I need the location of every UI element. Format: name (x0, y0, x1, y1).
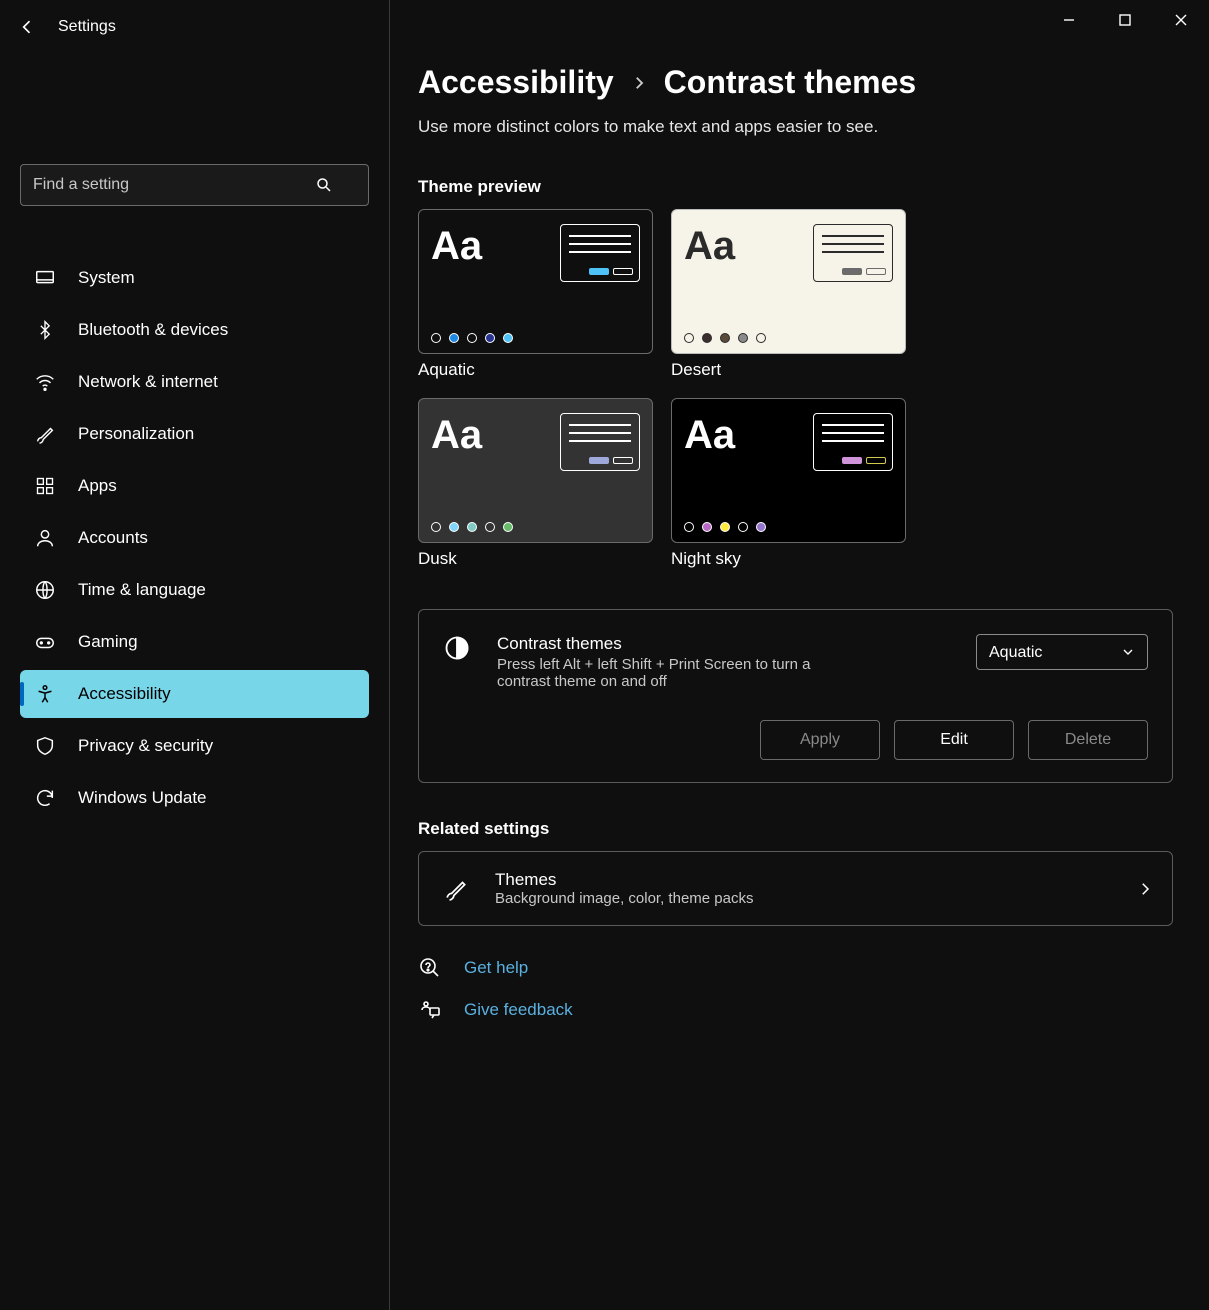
page-description: Use more distinct colors to make text an… (418, 117, 1173, 137)
sidebar-item-label: Apps (78, 476, 117, 496)
sample-text: Aa (684, 413, 735, 458)
theme-label: Night sky (671, 549, 906, 569)
feedback-icon (418, 998, 442, 1022)
sidebar: Settings System Bluetooth & devices Netw… (0, 0, 390, 1310)
gamepad-icon (34, 631, 56, 653)
give-feedback-link[interactable]: Give feedback (464, 1000, 573, 1020)
wifi-icon (34, 371, 56, 393)
sample-text: Aa (684, 224, 735, 269)
sidebar-item-label: Gaming (78, 632, 138, 652)
sidebar-item-personalization[interactable]: Personalization (20, 410, 369, 458)
sidebar-item-update[interactable]: Windows Update (20, 774, 369, 822)
theme-preview-nightsky[interactable]: Aa (671, 398, 906, 543)
maximize-button[interactable] (1097, 0, 1153, 40)
sidebar-item-system[interactable]: System (20, 254, 369, 302)
chevron-right-icon (1136, 880, 1154, 898)
theme-label: Desert (671, 360, 906, 380)
brush-icon (443, 876, 469, 902)
sidebar-item-privacy[interactable]: Privacy & security (20, 722, 369, 770)
app-title: Settings (58, 18, 116, 36)
delete-button[interactable]: Delete (1028, 720, 1148, 760)
related-section-label: Related settings (418, 819, 1173, 839)
sidebar-item-bluetooth[interactable]: Bluetooth & devices (20, 306, 369, 354)
chevron-right-icon (630, 74, 648, 92)
preview-section-label: Theme preview (418, 177, 1173, 197)
apply-button[interactable]: Apply (760, 720, 880, 760)
theme-select[interactable]: Aquatic (976, 634, 1148, 670)
breadcrumb-parent[interactable]: Accessibility (418, 64, 614, 101)
sample-text: Aa (431, 413, 482, 458)
nav-list: System Bluetooth & devices Network & int… (20, 254, 369, 822)
monitor-icon (34, 267, 56, 289)
color-swatches (431, 333, 640, 343)
theme-preview-aquatic[interactable]: Aa (418, 209, 653, 354)
sidebar-item-gaming[interactable]: Gaming (20, 618, 369, 666)
related-title: Themes (495, 870, 1110, 890)
sidebar-item-label: Time & language (78, 580, 206, 600)
theme-preview-desert[interactable]: Aa (671, 209, 906, 354)
sidebar-item-apps[interactable]: Apps (20, 462, 369, 510)
theme-label: Dusk (418, 549, 653, 569)
sidebar-item-label: Accounts (78, 528, 148, 548)
related-description: Background image, color, theme packs (495, 890, 1110, 907)
shield-icon (34, 735, 56, 757)
sidebar-item-label: Windows Update (78, 788, 207, 808)
back-icon[interactable] (16, 16, 38, 38)
sidebar-item-time-language[interactable]: Time & language (20, 566, 369, 614)
contrast-themes-panel: Contrast themes Press left Alt + left Sh… (418, 609, 1173, 783)
brush-icon (34, 423, 56, 445)
help-icon (418, 956, 442, 980)
sidebar-item-accounts[interactable]: Accounts (20, 514, 369, 562)
refresh-icon (34, 787, 56, 809)
window-preview-icon (813, 224, 893, 282)
get-help-link[interactable]: Get help (464, 958, 528, 978)
sidebar-item-label: Accessibility (78, 684, 171, 704)
close-button[interactable] (1153, 0, 1209, 40)
sidebar-item-label: Privacy & security (78, 736, 213, 756)
edit-button[interactable]: Edit (894, 720, 1014, 760)
color-swatches (684, 522, 893, 532)
related-item-themes[interactable]: Themes Background image, color, theme pa… (418, 851, 1173, 926)
titlebar (390, 0, 1209, 40)
panel-title: Contrast themes (497, 634, 950, 654)
theme-preview-dusk[interactable]: Aa (418, 398, 653, 543)
bluetooth-icon (34, 319, 56, 341)
sidebar-item-label: Bluetooth & devices (78, 320, 228, 340)
theme-label: Aquatic (418, 360, 653, 380)
breadcrumb: Accessibility Contrast themes (418, 64, 1173, 101)
minimize-button[interactable] (1041, 0, 1097, 40)
sidebar-item-label: Network & internet (78, 372, 218, 392)
page-title: Contrast themes (664, 64, 917, 101)
sidebar-item-label: System (78, 268, 135, 288)
grid-icon (34, 475, 56, 497)
panel-description: Press left Alt + left Shift + Print Scre… (497, 656, 817, 690)
accessibility-icon (34, 683, 56, 705)
color-swatches (684, 333, 893, 343)
person-icon (34, 527, 56, 549)
sidebar-item-network[interactable]: Network & internet (20, 358, 369, 406)
window-preview-icon (560, 224, 640, 282)
window-preview-icon (560, 413, 640, 471)
sidebar-item-label: Personalization (78, 424, 194, 444)
search-input[interactable] (20, 164, 369, 206)
color-swatches (431, 522, 640, 532)
sidebar-item-accessibility[interactable]: Accessibility (20, 670, 369, 718)
sample-text: Aa (431, 224, 482, 269)
window-preview-icon (813, 413, 893, 471)
globe-icon (34, 579, 56, 601)
contrast-icon (443, 634, 471, 662)
